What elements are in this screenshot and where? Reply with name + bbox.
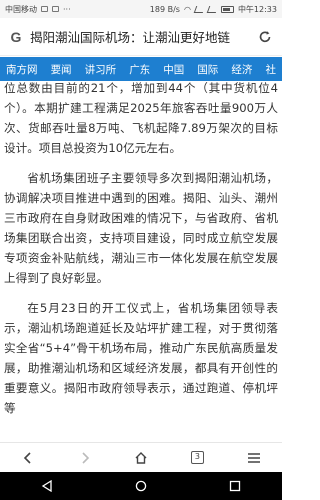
menu-button[interactable] [234, 445, 274, 471]
battery-icon [220, 5, 234, 13]
wifi-icon: ◠ [183, 4, 191, 14]
status-right: 189 B/s ◠ 中午12:33 [150, 4, 277, 15]
channel-nav: 南方网 要闻 讲习所 广东 中国 国际 经济 社 [0, 57, 282, 81]
nav-tab-lecture[interactable]: 讲习所 [85, 62, 117, 77]
carrier-name: 中国移动 [5, 4, 37, 14]
tab-count-badge: 3 [190, 451, 204, 464]
notification-icon-2 [52, 6, 59, 12]
search-bar[interactable]: G 揭阳潮汕国际机场：让潮汕更好地链 [0, 18, 282, 56]
clock: 中午12:33 [237, 4, 277, 14]
nav-tab-guangdong[interactable]: 广东 [129, 62, 150, 77]
status-bar: 中国移动 ··· 189 B/s ◠ 中午12:33 [0, 0, 282, 18]
refresh-icon[interactable] [254, 26, 276, 48]
system-home-icon[interactable] [126, 476, 156, 496]
browser-toolbar: 3 [0, 442, 282, 472]
status-left: 中国移动 ··· [5, 4, 71, 15]
article-paragraph: 省机场集团班子主要领导多次到揭阳潮汕机场，协调解决项目推进中遇到的困难。揭阳、汕… [4, 171, 278, 285]
network-speed: 189 B/s [149, 4, 180, 14]
nav-tab-china[interactable]: 中国 [163, 62, 184, 77]
forward-button[interactable] [65, 445, 105, 471]
tabs-button[interactable]: 3 [177, 445, 217, 471]
nav-tab-society[interactable]: 社 [265, 62, 276, 77]
notification-icon [41, 6, 48, 12]
more-dots-icon: ··· [63, 4, 71, 14]
nav-tab-international[interactable]: 国际 [197, 62, 218, 77]
article-paragraph: 在5月23日的开工仪式上，省机场集团领导表示，潮汕机场跑道延长及站坪扩建工程，对… [4, 301, 278, 415]
nav-tab-nanfang[interactable]: 南方网 [6, 62, 38, 77]
system-navigation-bar [0, 472, 282, 500]
back-button[interactable] [8, 445, 48, 471]
home-button[interactable] [121, 445, 161, 471]
signal-icon [193, 5, 206, 13]
nav-tab-economy[interactable]: 经济 [231, 62, 252, 77]
article-paragraph: 位总数由目前的21个，增加到44个（其中货机位4个）。本期扩建工程满足2025年… [4, 81, 278, 155]
signal-icon-2 [206, 5, 219, 13]
search-query-text[interactable]: 揭阳潮汕国际机场：让潮汕更好地链 [26, 27, 254, 46]
google-search-icon[interactable]: G [6, 27, 26, 47]
system-recents-icon[interactable] [220, 476, 250, 496]
nav-tab-news[interactable]: 要闻 [51, 62, 72, 77]
article-body: 位总数由目前的21个，增加到44个（其中货机位4个）。本期扩建工程满足2025年… [0, 81, 282, 442]
system-back-icon[interactable] [32, 476, 62, 496]
